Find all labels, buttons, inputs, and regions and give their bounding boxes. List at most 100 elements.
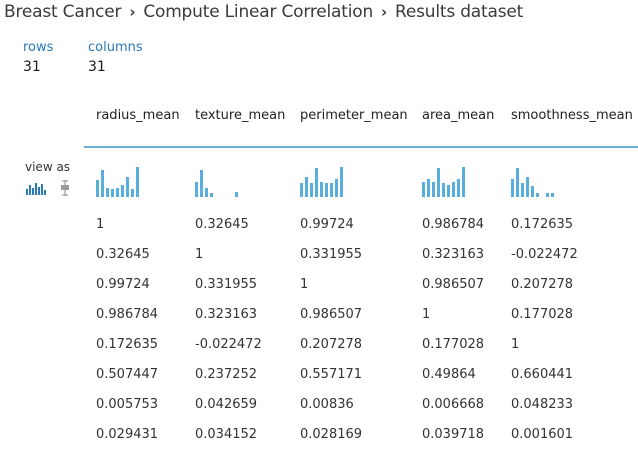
histogram-bar	[310, 183, 313, 197]
histogram-bar	[335, 179, 338, 197]
histogram-bar	[200, 170, 203, 197]
histogram-bar	[126, 177, 129, 197]
column-header-area-mean[interactable]: area_mean	[422, 108, 494, 148]
histogram-bar	[457, 179, 460, 197]
table-cell[interactable]: 0.029431	[96, 427, 158, 442]
breadcrumb-item-dataset[interactable]: Breast Cancer	[4, 2, 122, 22]
histogram-bar	[116, 188, 119, 197]
histogram-bar	[305, 177, 308, 197]
histogram-bar	[447, 185, 450, 197]
histogram-bar	[205, 188, 208, 197]
histogram-bar	[442, 183, 445, 197]
table-cell[interactable]: 0.986784	[422, 217, 484, 232]
histogram-bar	[111, 189, 114, 197]
table-cell[interactable]: 0.001601	[511, 427, 573, 442]
table-cell[interactable]: 0.557171	[300, 367, 362, 382]
table-cell[interactable]: 0.039718	[422, 427, 484, 442]
breadcrumb-separator-icon: ›	[129, 3, 136, 21]
table-cell[interactable]: 0.99724	[96, 277, 150, 292]
boxplot-icon[interactable]	[59, 180, 71, 196]
table-cell[interactable]: 0.006668	[422, 397, 484, 412]
table-cell[interactable]: 0.028169	[300, 427, 362, 442]
table-cell[interactable]: 1	[422, 307, 430, 322]
table-cell[interactable]: 0.177028	[422, 337, 484, 352]
histogram-bar	[340, 167, 343, 197]
table-cell[interactable]: 1	[300, 277, 308, 292]
histogram-bar	[452, 182, 455, 197]
histogram-bar	[300, 183, 303, 197]
column-header-texture-mean[interactable]: texture_mean	[195, 108, 285, 148]
table-cell[interactable]: 0.207278	[300, 337, 362, 352]
histogram-bar	[546, 193, 549, 197]
histogram-bar	[315, 168, 318, 197]
histogram-bar	[96, 180, 99, 197]
column-histogram[interactable]	[195, 166, 245, 198]
column-header-smoothness-mean[interactable]: smoothness_mean	[511, 108, 633, 148]
table-cell[interactable]: 0.32645	[96, 247, 150, 262]
histogram-bar	[526, 177, 529, 197]
histogram-bar	[536, 193, 539, 197]
column-histogram[interactable]	[422, 166, 472, 198]
table-cell[interactable]: 0.32645	[195, 217, 249, 232]
column-header-radius-mean[interactable]: radius_mean	[96, 108, 180, 148]
table-cell[interactable]: 0.986507	[422, 277, 484, 292]
column-histogram[interactable]	[300, 166, 350, 198]
table-cell[interactable]: 1	[511, 337, 519, 352]
histogram-icon[interactable]	[26, 180, 48, 196]
rows-label: rows	[23, 40, 54, 55]
histogram-bar	[432, 182, 435, 197]
histogram-bar	[121, 185, 124, 197]
table-cell[interactable]: -0.022472	[511, 247, 578, 262]
breadcrumb-item-module[interactable]: Compute Linear Correlation	[143, 2, 373, 22]
columns-value: 31	[88, 59, 106, 75]
table-cell[interactable]: 0.048233	[511, 397, 573, 412]
table-cell[interactable]: 0.034152	[195, 427, 257, 442]
breadcrumb-item-current: Results dataset	[395, 2, 524, 22]
table-cell[interactable]: -0.022472	[195, 337, 262, 352]
histogram-bar	[235, 192, 238, 197]
histogram-bar	[422, 182, 425, 197]
histogram-bar	[131, 189, 134, 197]
view-as-toggle	[26, 180, 71, 199]
table-cell[interactable]: 0.331955	[195, 277, 257, 292]
column-histogram[interactable]	[96, 166, 146, 198]
table-cell[interactable]: 0.986507	[300, 307, 362, 322]
breadcrumb: Breast Cancer › Compute Linear Correlation…	[4, 2, 523, 22]
view-as-label: view as	[25, 160, 71, 174]
table-cell[interactable]: 0.660441	[511, 367, 573, 382]
table-cell[interactable]: 0.172635	[511, 217, 573, 232]
table-cell[interactable]: 0.323163	[195, 307, 257, 322]
table-cell[interactable]: 0.00836	[300, 397, 354, 412]
histogram-bar	[551, 193, 554, 197]
table-cell[interactable]: 1	[195, 247, 203, 262]
table-cell[interactable]: 0.172635	[96, 337, 158, 352]
histogram-bar	[195, 182, 198, 197]
table-cell[interactable]: 0.331955	[300, 247, 362, 262]
histogram-bar	[511, 179, 514, 197]
histogram-bar	[325, 183, 328, 197]
histogram-bar	[521, 183, 524, 197]
table-cell[interactable]: 0.49864	[422, 367, 476, 382]
table-cell[interactable]: 0.507447	[96, 367, 158, 382]
table-cell[interactable]: 0.99724	[300, 217, 354, 232]
histogram-bar	[320, 182, 323, 197]
table-cell[interactable]: 0.323163	[422, 247, 484, 262]
column-header-perimeter-mean[interactable]: perimeter_mean	[300, 108, 408, 148]
table-cell[interactable]: 0.005753	[96, 397, 158, 412]
table-cell[interactable]: 1	[96, 217, 104, 232]
histogram-bar	[531, 186, 534, 197]
histogram-bar	[437, 168, 440, 197]
breadcrumb-separator-icon: ›	[381, 3, 388, 21]
histogram-bar	[101, 170, 104, 197]
table-cell[interactable]: 0.986784	[96, 307, 158, 322]
table-cell[interactable]: 0.237252	[195, 367, 257, 382]
columns-label: columns	[88, 40, 143, 55]
column-histogram[interactable]	[511, 166, 561, 198]
table-cell[interactable]: 0.042659	[195, 397, 257, 412]
histogram-bar	[462, 167, 465, 197]
table-cell[interactable]: 0.177028	[511, 307, 573, 322]
histogram-bar	[210, 193, 213, 197]
table-cell[interactable]: 0.207278	[511, 277, 573, 292]
header-divider	[84, 146, 638, 148]
histogram-bar	[516, 168, 519, 197]
